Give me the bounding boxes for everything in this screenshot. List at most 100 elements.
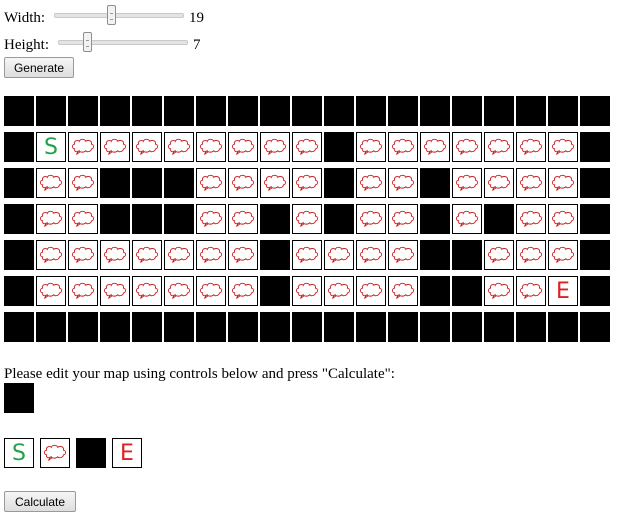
wall-cell[interactable] [260, 204, 290, 234]
wall-cell[interactable] [4, 168, 34, 198]
cloud-cell[interactable] [356, 204, 386, 234]
cloud-cell[interactable] [132, 240, 162, 270]
palette-start-button[interactable]: S [4, 438, 34, 468]
wall-cell[interactable] [420, 276, 450, 306]
cloud-cell[interactable] [196, 168, 226, 198]
cloud-cell[interactable] [516, 204, 546, 234]
wall-cell[interactable] [452, 96, 482, 126]
cloud-cell[interactable] [484, 276, 514, 306]
height-slider-thumb[interactable] [82, 32, 92, 52]
cloud-cell[interactable] [132, 276, 162, 306]
wall-cell[interactable] [100, 168, 130, 198]
cloud-cell[interactable] [420, 132, 450, 162]
wall-cell[interactable] [4, 276, 34, 306]
cloud-cell[interactable] [100, 132, 130, 162]
cloud-cell[interactable] [68, 204, 98, 234]
wall-cell[interactable] [132, 168, 162, 198]
wall-cell[interactable] [100, 204, 130, 234]
wall-cell[interactable] [260, 276, 290, 306]
cloud-cell[interactable] [484, 168, 514, 198]
cloud-cell[interactable] [164, 240, 194, 270]
cloud-cell[interactable] [324, 240, 354, 270]
wall-cell[interactable] [484, 96, 514, 126]
wall-cell[interactable] [484, 312, 514, 342]
wall-cell[interactable] [324, 132, 354, 162]
wall-cell[interactable] [324, 168, 354, 198]
wall-cell[interactable] [324, 312, 354, 342]
width-slider-thumb[interactable] [107, 5, 117, 25]
wall-cell[interactable] [4, 312, 34, 342]
wall-cell[interactable] [580, 96, 610, 126]
cloud-cell[interactable] [516, 168, 546, 198]
wall-cell[interactable] [484, 204, 514, 234]
cloud-cell[interactable] [388, 132, 418, 162]
cloud-cell[interactable] [260, 132, 290, 162]
cloud-cell[interactable] [516, 240, 546, 270]
wall-cell[interactable] [132, 312, 162, 342]
wall-cell[interactable] [452, 312, 482, 342]
wall-cell[interactable] [260, 312, 290, 342]
wall-cell[interactable] [452, 240, 482, 270]
wall-cell[interactable] [420, 240, 450, 270]
wall-cell[interactable] [228, 96, 258, 126]
palette-open-cloud-button[interactable] [40, 438, 70, 468]
wall-cell[interactable] [260, 240, 290, 270]
width-slider[interactable] [54, 5, 184, 25]
wall-cell[interactable] [164, 168, 194, 198]
calculate-button[interactable]: Calculate [4, 491, 76, 512]
wall-cell[interactable] [260, 96, 290, 126]
palette-wall-button[interactable] [76, 438, 106, 468]
end-cell[interactable]: E [548, 276, 578, 306]
cloud-cell[interactable] [68, 168, 98, 198]
wall-cell[interactable] [420, 204, 450, 234]
wall-cell[interactable] [36, 312, 66, 342]
cloud-cell[interactable] [100, 240, 130, 270]
cloud-cell[interactable] [228, 204, 258, 234]
wall-cell[interactable] [4, 132, 34, 162]
wall-cell[interactable] [420, 312, 450, 342]
cloud-cell[interactable] [196, 204, 226, 234]
cloud-cell[interactable] [228, 132, 258, 162]
wall-cell[interactable] [420, 96, 450, 126]
cloud-cell[interactable] [516, 276, 546, 306]
cloud-cell[interactable] [260, 168, 290, 198]
wall-cell[interactable] [580, 276, 610, 306]
wall-cell[interactable] [356, 96, 386, 126]
wall-cell[interactable] [580, 168, 610, 198]
wall-cell[interactable] [388, 312, 418, 342]
wall-cell[interactable] [68, 96, 98, 126]
wall-cell[interactable] [548, 96, 578, 126]
cloud-cell[interactable] [292, 204, 322, 234]
cloud-cell[interactable] [452, 168, 482, 198]
cloud-cell[interactable] [36, 204, 66, 234]
cloud-cell[interactable] [548, 132, 578, 162]
wall-cell[interactable] [132, 204, 162, 234]
cloud-cell[interactable] [452, 132, 482, 162]
cloud-cell[interactable] [388, 204, 418, 234]
wall-cell[interactable] [4, 96, 34, 126]
wall-cell[interactable] [324, 96, 354, 126]
cloud-cell[interactable] [228, 168, 258, 198]
cloud-cell[interactable] [452, 204, 482, 234]
cloud-cell[interactable] [36, 276, 66, 306]
wall-cell[interactable] [356, 312, 386, 342]
cloud-cell[interactable] [516, 132, 546, 162]
cloud-cell[interactable] [36, 168, 66, 198]
cloud-cell[interactable] [356, 168, 386, 198]
wall-cell[interactable] [292, 96, 322, 126]
cloud-cell[interactable] [196, 276, 226, 306]
cloud-cell[interactable] [292, 168, 322, 198]
cloud-cell[interactable] [484, 132, 514, 162]
cloud-cell[interactable] [484, 240, 514, 270]
cloud-cell[interactable] [164, 276, 194, 306]
cloud-cell[interactable] [548, 204, 578, 234]
cloud-cell[interactable] [196, 240, 226, 270]
wall-cell[interactable] [452, 276, 482, 306]
wall-cell[interactable] [196, 312, 226, 342]
wall-cell[interactable] [516, 312, 546, 342]
cloud-cell[interactable] [548, 168, 578, 198]
cloud-cell[interactable] [292, 240, 322, 270]
wall-cell[interactable] [100, 312, 130, 342]
wall-cell[interactable] [228, 312, 258, 342]
wall-cell[interactable] [100, 96, 130, 126]
